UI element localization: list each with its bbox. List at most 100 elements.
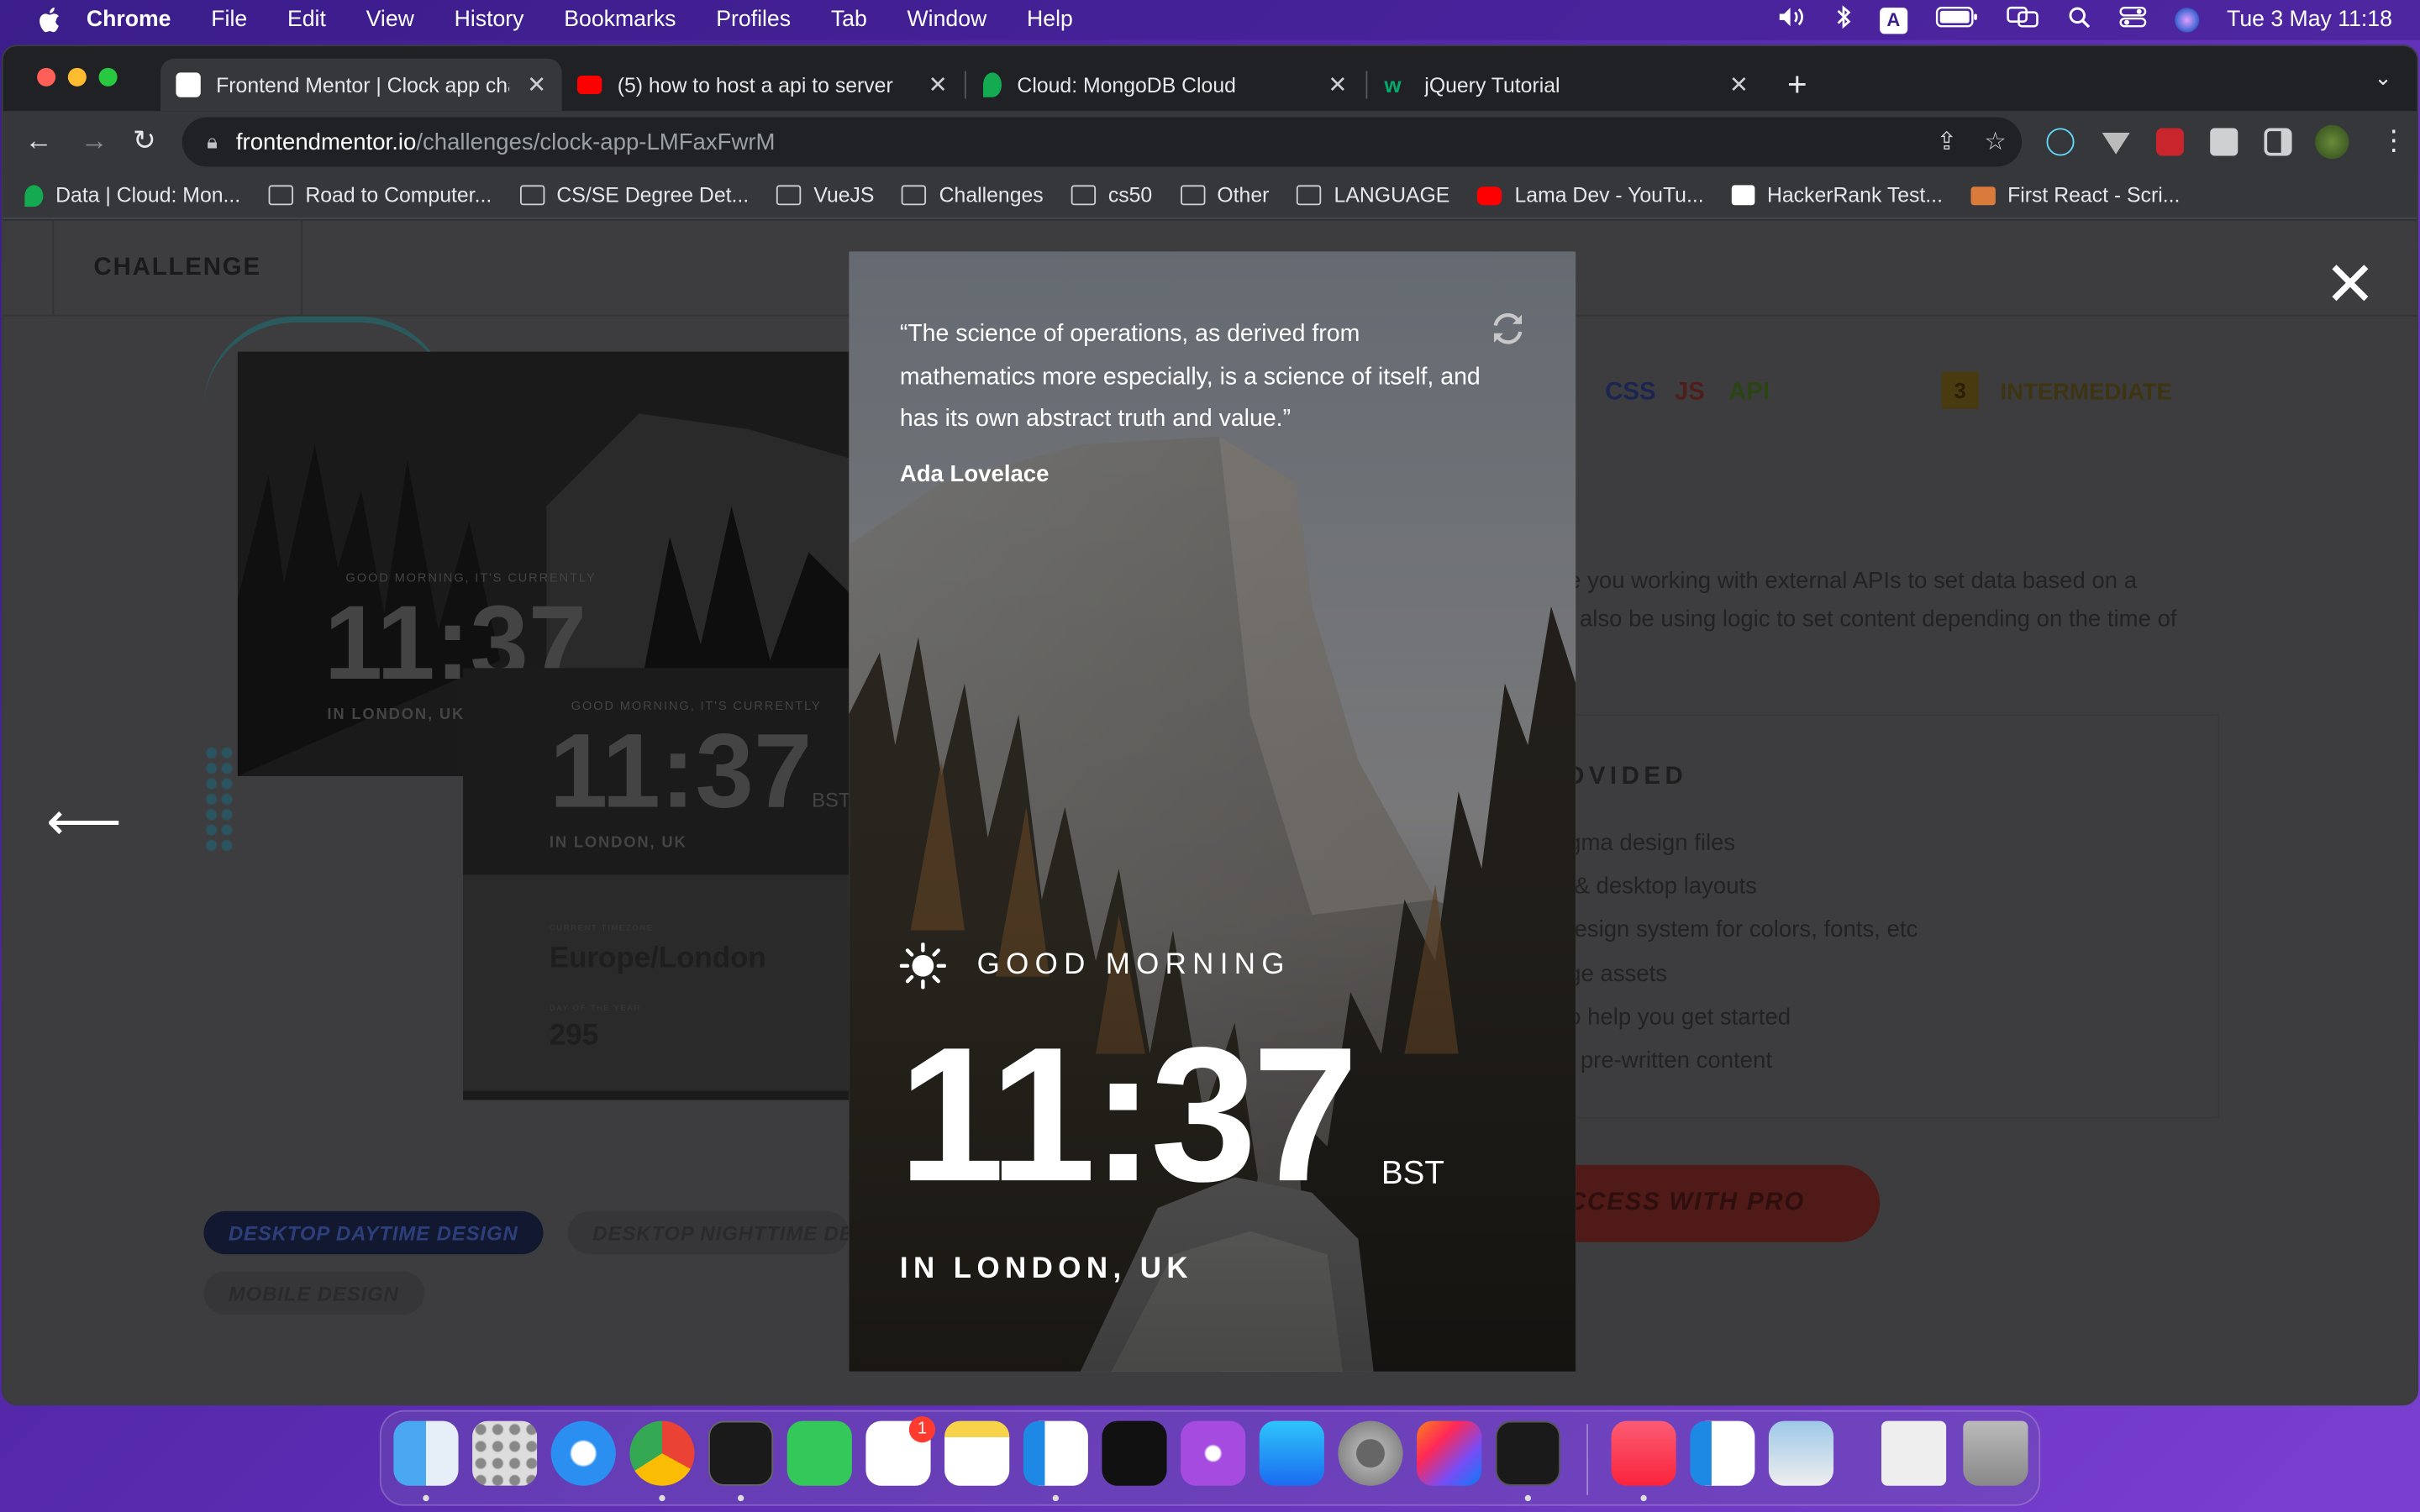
bookmark-folder-cs-se[interactable]: CS/SE Degree Det... — [519, 184, 749, 207]
volume-icon[interactable] — [1778, 6, 1809, 34]
access-with-pro-button[interactable]: CCESS WITH PRO — [1531, 1164, 1881, 1242]
pill-desktop-daytime[interactable]: DESKTOP DAYTIME DESIGN — [203, 1210, 544, 1255]
chrome-icon[interactable] — [629, 1420, 695, 1486]
close-lightbox-icon[interactable]: ✕ — [2324, 255, 2376, 316]
input-source-icon[interactable]: A — [1879, 7, 1907, 34]
bookmark-folder-challenges[interactable]: Challenges — [902, 184, 1044, 207]
bookmark-folder-cs50[interactable]: cs50 — [1071, 184, 1152, 207]
vscode-secondary-icon[interactable] — [1690, 1420, 1755, 1486]
notes-icon[interactable] — [944, 1420, 1010, 1486]
siri-icon[interactable] — [2174, 8, 2199, 33]
apple-icon[interactable] — [34, 6, 61, 34]
tag-api: API — [1728, 379, 1770, 407]
bookmark-hackerrank[interactable]: HackerRank Test... — [1731, 184, 1943, 207]
previous-image-arrow-icon[interactable]: ⟵ — [46, 791, 122, 853]
app-store-icon[interactable] — [1259, 1420, 1324, 1486]
close-tab-icon[interactable]: ✕ — [929, 71, 948, 98]
menu-bookmarks[interactable]: Bookmarks — [564, 8, 676, 32]
menu-view[interactable]: View — [366, 8, 414, 32]
address-bar[interactable]: 🔒︎ frontendmentor.io /challenges/clock-a… — [182, 117, 2023, 167]
bookmark-folder-other[interactable]: Other — [1180, 184, 1269, 207]
bookmark-folder-vuejs[interactable]: VueJS — [776, 184, 874, 207]
hackerrank-icon — [1731, 185, 1755, 206]
menu-history[interactable]: History — [455, 8, 524, 32]
tab-youtube[interactable]: (5) how to host a api to server ✕ — [562, 59, 964, 111]
spotlight-search-icon[interactable] — [2068, 5, 2091, 34]
activity-monitor-icon[interactable] — [1495, 1420, 1560, 1486]
folder-icon — [1297, 185, 1322, 206]
tab-title: (5) how to host a api to server — [617, 73, 893, 97]
folder-icon — [1180, 185, 1205, 206]
apple-tv-icon[interactable] — [1102, 1420, 1167, 1486]
preview-icon[interactable] — [1768, 1420, 1834, 1486]
folder-icon — [902, 185, 927, 206]
new-tab-plus-icon[interactable]: + — [1787, 65, 1807, 105]
menu-bar: Chrome File Edit View History Bookmarks … — [0, 0, 2420, 40]
window-zoom-button[interactable] — [98, 67, 118, 87]
menu-window[interactable]: Window — [908, 8, 987, 32]
red-extension-icon[interactable] — [2155, 128, 2184, 156]
bookmark-lama-dev[interactable]: Lama Dev - YouTu... — [1477, 184, 1704, 207]
downloads-stack-icon[interactable] — [1881, 1420, 1947, 1486]
refresh-quote-icon[interactable] — [1488, 308, 1528, 349]
vue-devtools-extension-icon[interactable] — [2102, 132, 2130, 155]
menu-edit[interactable]: Edit — [287, 8, 326, 32]
day-value: 295 — [549, 1020, 599, 1053]
close-tab-icon[interactable]: ✕ — [1328, 71, 1347, 98]
bookmark-star-icon[interactable]: ☆ — [1984, 127, 2006, 158]
menu-help[interactable]: Help — [1027, 8, 1073, 32]
quote-author: Ada Lovelace — [899, 461, 1050, 488]
level-badge: 3 — [1941, 371, 1979, 409]
profile-avatar[interactable] — [2315, 124, 2349, 160]
bookmark-label: Other — [1217, 183, 1270, 207]
tab-frontend-mentor[interactable]: Frontend Mentor | Clock app challenge ✕ — [160, 58, 562, 112]
react-devtools-extension-icon[interactable] — [2046, 128, 2075, 156]
terminal-icon[interactable] — [708, 1420, 774, 1486]
tab-title: Frontend Mentor | Clock app challenge — [216, 73, 509, 97]
vscode-icon[interactable] — [1023, 1420, 1088, 1486]
window-minimize-button[interactable] — [67, 67, 87, 87]
day-label: DAY OF THE YEAR — [549, 1004, 641, 1014]
bookmark-folder-language[interactable]: LANGUAGE — [1297, 184, 1449, 207]
share-icon[interactable]: ⇪ — [1936, 127, 1957, 158]
pill-mobile-design[interactable]: MOBILE DESIGN — [203, 1271, 424, 1315]
youtube-favicon — [576, 76, 602, 95]
window-close-button[interactable] — [37, 67, 56, 87]
lock-icon[interactable]: 🔒︎ — [207, 129, 218, 154]
extensions-puzzle-icon[interactable] — [2210, 128, 2238, 156]
tab-search-chevron-icon[interactable]: ⌄ — [2374, 65, 2392, 91]
launchpad-icon[interactable] — [472, 1420, 538, 1486]
tab-jquery[interactable]: w jQuery Tutorial ✕ — [1369, 59, 1764, 111]
finder-icon[interactable] — [393, 1420, 459, 1486]
forward-arrow-icon[interactable]: → — [81, 125, 108, 158]
menu-file[interactable]: File — [211, 8, 247, 32]
bluetooth-icon[interactable] — [1836, 5, 1851, 36]
menubar-clock[interactable]: Tue 3 May 11:18 — [2227, 8, 2392, 32]
bookmark-first-react[interactable]: First React - Scri... — [1970, 184, 2180, 207]
pill-desktop-nighttime[interactable]: DESKTOP NIGHTTIME DE — [567, 1210, 850, 1255]
control-center-icon[interactable] — [2118, 6, 2146, 34]
side-panel-icon[interactable] — [2264, 128, 2292, 156]
screen-mirroring-icon[interactable] — [2006, 6, 2039, 34]
back-arrow-icon[interactable]: ← — [24, 125, 52, 158]
intellij-icon[interactable] — [1417, 1420, 1482, 1486]
chrome-menu-kebab-icon[interactable]: ⋮ — [2380, 125, 2407, 158]
menu-profiles[interactable]: Profiles — [716, 8, 791, 32]
close-tab-icon[interactable]: ✕ — [527, 71, 546, 98]
safari-icon[interactable] — [550, 1420, 616, 1486]
trash-icon[interactable] — [1963, 1420, 2028, 1486]
music-icon[interactable] — [1611, 1420, 1676, 1486]
battery-icon[interactable] — [1935, 6, 1978, 34]
menu-app-name[interactable]: Chrome — [87, 8, 171, 32]
system-preferences-icon[interactable] — [1338, 1420, 1403, 1486]
running-indicator — [423, 1494, 429, 1502]
messages-icon[interactable] — [786, 1420, 852, 1486]
tab-mongodb[interactable]: Cloud: MongoDB Cloud ✕ — [968, 59, 1363, 111]
bookmark-folder-road[interactable]: Road to Computer... — [268, 184, 492, 207]
provided-heading: OVIDED — [1565, 764, 1688, 790]
menu-tab[interactable]: Tab — [831, 8, 867, 32]
reload-icon[interactable]: ↻ — [133, 125, 156, 158]
bookmark-mongodb[interactable]: Data | Cloud: Mon... — [24, 184, 240, 207]
podcasts-icon[interactable] — [1181, 1420, 1246, 1486]
close-tab-icon[interactable]: ✕ — [1729, 71, 1749, 98]
